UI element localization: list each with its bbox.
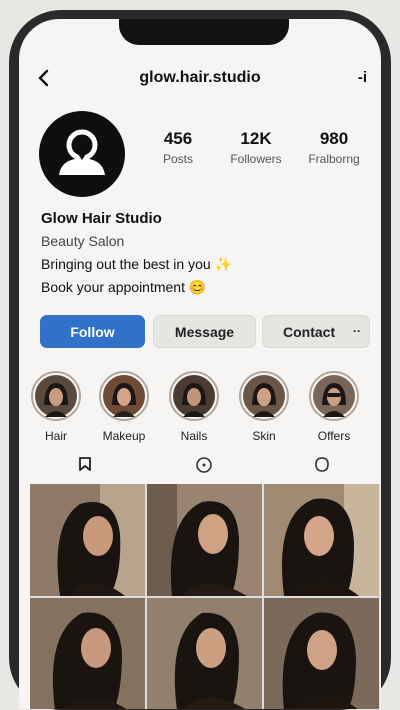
portrait-thumbnail-icon [103,375,145,417]
bio-line-1: Bringing out the best in you ✨ [41,256,232,272]
post-thumbnail[interactable] [30,598,145,709]
stat-following[interactable]: 980 Fralborng [299,129,369,166]
highlight-makeup[interactable]: Makeup [95,371,153,443]
portrait-thumbnail-icon [35,375,77,417]
followers-count: 12K [240,129,272,148]
highlight-ring [309,371,359,421]
highlight-label: Nails [180,429,208,443]
highlight-nails[interactable]: Nails [165,371,223,443]
portrait-thumbnail-icon [313,375,355,417]
portrait-thumbnail-icon [173,375,215,417]
person-icon [59,129,105,175]
contact-label: Contact [283,323,336,340]
highlight-ring [239,371,289,421]
highlight-label: Makeup [102,429,146,443]
followers-label: Followers [230,152,282,166]
post-thumbnail[interactable] [147,484,262,596]
message-button[interactable]: Message [153,315,256,348]
tagged-tab-icon[interactable] [313,456,331,479]
highlight-hair[interactable]: Hair [27,371,85,443]
following-count: 980 [319,129,349,148]
post-thumbnail[interactable] [264,598,379,709]
posts-grid [30,484,380,709]
stat-followers[interactable]: 12K Followers [217,129,295,166]
avatar[interactable] [39,111,125,197]
portrait-thumbnail-icon [243,375,285,417]
highlight-skin[interactable]: Skin [235,371,293,443]
grid-tab-icon[interactable] [77,456,93,477]
notch [119,19,289,45]
post-thumbnail[interactable] [147,598,262,709]
screen: glow.hair.studio -i 456 Posts 12K Follow… [19,19,381,709]
bio: Glow Hair Studio Beauty Salon Bringing o… [41,207,361,299]
posts-label: Posts [162,152,193,166]
follow-button[interactable]: Follow [40,315,145,348]
highlight-label: Skin [252,429,276,443]
profile-handle: glow.hair.studio [139,69,261,86]
bio-line-2: Book your appointment 😊 [41,279,207,295]
menu-icon[interactable]: -i [358,69,367,86]
highlight-ring [99,371,149,421]
highlight-label: Hair [44,429,67,443]
contact-more-icon[interactable]: ·· [353,324,361,338]
contact-button[interactable]: Contact ·· [262,315,370,348]
post-thumbnail[interactable] [264,484,379,596]
highlight-ring [169,371,219,421]
top-bar: glow.hair.studio -i [19,63,381,93]
posts-count: 456 [163,129,193,148]
highlight-offers[interactable]: Offers [305,371,363,443]
highlight-label: Offers [317,429,351,443]
stat-posts[interactable]: 456 Posts [147,129,209,166]
profile-name: Glow Hair Studio [41,210,162,227]
post-thumbnail[interactable] [30,484,145,596]
reels-tab-icon[interactable] [195,456,213,479]
profile-category: Beauty Salon [41,233,125,249]
highlight-ring [31,371,81,421]
profile-tabs [19,456,381,478]
following-label: Fralborng [308,152,360,166]
